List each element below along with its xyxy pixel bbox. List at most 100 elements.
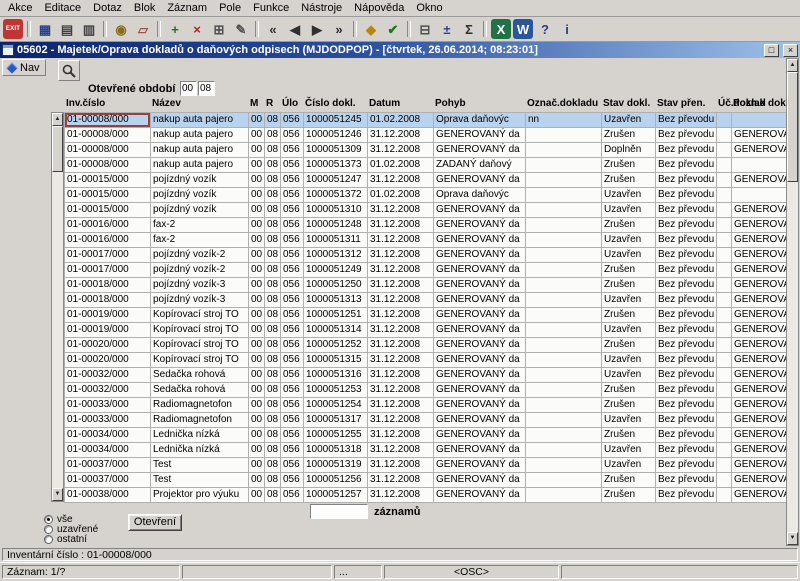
cell-pozn-k-dokl[interactable] <box>732 188 789 203</box>
cell-inv-cislo[interactable]: 01-00037/000 <box>65 473 151 488</box>
duplicate-record-icon[interactable]: ⊞ <box>209 19 229 39</box>
cell-nazev[interactable]: pojízdný vozík-2 <box>151 263 249 278</box>
edit-field-icon[interactable]: ✎ <box>231 19 251 39</box>
table-row[interactable]: 01-00018/000 pojízdný vozík-3 00 08 056 … <box>65 293 789 308</box>
cell-datum[interactable]: 31.12.2008 <box>368 458 434 473</box>
cell-stav-dokl[interactable]: Uzavřen <box>602 323 656 338</box>
cell-uc-doklad[interactable] <box>717 188 732 203</box>
table-row[interactable]: 01-00018/000 pojízdný vozík-3 00 08 056 … <box>65 278 789 293</box>
cell-oznac-dokladu[interactable] <box>526 323 602 338</box>
window-scrollbar[interactable]: ▲ ▼ <box>786 58 799 546</box>
cell-ulo[interactable]: 056 <box>281 323 304 338</box>
cell-datum[interactable]: 31.12.2008 <box>368 428 434 443</box>
cell-nazev[interactable]: Kopírovací stroj TO <box>151 323 249 338</box>
cell-ulo[interactable]: 056 <box>281 413 304 428</box>
cell-ulo[interactable]: 056 <box>281 248 304 263</box>
filter-option[interactable]: ostatní <box>44 534 98 545</box>
cell-cislo-dokl[interactable]: 1000051314 <box>304 323 368 338</box>
delete-record-icon[interactable]: × <box>187 19 207 39</box>
table-row[interactable]: 01-00037/000 Test 00 08 056 1000051256 3… <box>65 473 789 488</box>
cell-nazev[interactable]: Test <box>151 473 249 488</box>
cell-pohyb[interactable]: GENEROVANÝ da <box>434 443 526 458</box>
cell-stav-dokl[interactable]: Zrušen <box>602 383 656 398</box>
cell-pohyb[interactable]: GENEROVANÝ da <box>434 203 526 218</box>
table-row[interactable]: 01-00008/000 nakup auta pajero 00 08 056… <box>65 113 789 128</box>
cell-cislo-dokl[interactable]: 1000051310 <box>304 203 368 218</box>
cell-cislo-dokl[interactable]: 1000051246 <box>304 128 368 143</box>
cell-r[interactable]: 08 <box>265 173 281 188</box>
scroll-down-icon[interactable]: ▼ <box>52 488 63 501</box>
cell-stav-pren[interactable]: Bez převodu - <box>656 368 717 383</box>
cell-oznac-dokladu[interactable] <box>526 338 602 353</box>
cell-nazev[interactable]: pojízdný vozík <box>151 203 249 218</box>
cell-r[interactable]: 08 <box>265 383 281 398</box>
cell-oznac-dokladu[interactable] <box>526 188 602 203</box>
cell-stav-pren[interactable]: Bez převodu - <box>656 173 717 188</box>
cell-pohyb[interactable]: GENEROVANÝ da <box>434 458 526 473</box>
cell-nazev[interactable]: Lednička nízká <box>151 428 249 443</box>
cell-datum[interactable]: 31.12.2008 <box>368 368 434 383</box>
cell-pohyb[interactable]: GENEROVANÝ da <box>434 323 526 338</box>
cell-oznac-dokladu[interactable] <box>526 413 602 428</box>
clear-eraser-icon[interactable]: ▱ <box>133 19 153 39</box>
menu-item[interactable]: Akce <box>2 1 38 15</box>
cell-datum[interactable]: 31.12.2008 <box>368 128 434 143</box>
cell-pozn-k-dokl[interactable]: GENEROVANÝ <box>732 368 789 383</box>
cell-pohyb[interactable]: GENEROVANÝ da <box>434 233 526 248</box>
cell-cislo-dokl[interactable]: 1000051319 <box>304 458 368 473</box>
cell-r[interactable]: 08 <box>265 428 281 443</box>
cell-cislo-dokl[interactable]: 1000051372 <box>304 188 368 203</box>
cell-ulo[interactable]: 056 <box>281 338 304 353</box>
cell-oznac-dokladu[interactable] <box>526 473 602 488</box>
cell-m[interactable]: 00 <box>249 488 265 503</box>
cell-stav-dokl[interactable]: Zrušen <box>602 278 656 293</box>
cell-m[interactable]: 00 <box>249 218 265 233</box>
cell-datum[interactable]: 31.12.2008 <box>368 278 434 293</box>
cell-inv-cislo[interactable]: 01-00008/000 <box>65 158 151 173</box>
cell-uc-doklad[interactable] <box>717 428 732 443</box>
cell-oznac-dokladu[interactable] <box>526 173 602 188</box>
records-count-input[interactable] <box>310 504 368 519</box>
cell-m[interactable]: 00 <box>249 458 265 473</box>
cell-r[interactable]: 08 <box>265 263 281 278</box>
cell-uc-doklad[interactable] <box>717 308 732 323</box>
table-row[interactable]: 01-00020/000 Kopírovací stroj TO 00 08 0… <box>65 338 789 353</box>
cell-r[interactable]: 08 <box>265 158 281 173</box>
cell-pohyb[interactable]: GENEROVANÝ da <box>434 428 526 443</box>
cell-datum[interactable]: 01.02.2008 <box>368 188 434 203</box>
cell-datum[interactable]: 31.12.2008 <box>368 203 434 218</box>
cell-datum[interactable]: 31.12.2008 <box>368 143 434 158</box>
cell-r[interactable]: 08 <box>265 203 281 218</box>
cell-cislo-dokl[interactable]: 1000051312 <box>304 248 368 263</box>
cell-stav-dokl[interactable]: Uzavřen <box>602 458 656 473</box>
cell-m[interactable]: 00 <box>249 383 265 398</box>
cell-m[interactable]: 00 <box>249 353 265 368</box>
cell-oznac-dokladu[interactable] <box>526 368 602 383</box>
cell-r[interactable]: 08 <box>265 443 281 458</box>
cell-ulo[interactable]: 056 <box>281 428 304 443</box>
cell-m[interactable]: 00 <box>249 473 265 488</box>
cell-stav-dokl[interactable]: Uzavřen <box>602 293 656 308</box>
cell-pozn-k-dokl[interactable]: GENEROVANÝ <box>732 218 789 233</box>
cell-pozn-k-dokl[interactable]: GENEROVANÝ <box>732 443 789 458</box>
menu-item[interactable]: Nástroje <box>295 1 348 15</box>
cell-oznac-dokladu[interactable] <box>526 248 602 263</box>
cell-stav-pren[interactable]: Bez převodu - <box>656 383 717 398</box>
cell-m[interactable]: 00 <box>249 233 265 248</box>
cell-stav-dokl[interactable]: Zrušen <box>602 488 656 503</box>
cell-m[interactable]: 00 <box>249 323 265 338</box>
save-icon[interactable]: ▦ <box>35 19 55 39</box>
cell-datum[interactable]: 31.12.2008 <box>368 218 434 233</box>
cell-cislo-dokl[interactable]: 1000051373 <box>304 158 368 173</box>
cell-m[interactable]: 00 <box>249 398 265 413</box>
cell-pohyb[interactable]: GENEROVANÝ da <box>434 293 526 308</box>
table-row[interactable]: 01-00016/000 fax-2 00 08 056 1000051311 … <box>65 233 789 248</box>
cell-pozn-k-dokl[interactable]: GENEROVANÝ <box>732 143 789 158</box>
cell-r[interactable]: 08 <box>265 413 281 428</box>
cell-cislo-dokl[interactable]: 1000051245 <box>304 113 368 128</box>
cell-stav-pren[interactable]: Bez převodu - <box>656 128 717 143</box>
cell-inv-cislo[interactable]: 01-00017/000 <box>65 263 151 278</box>
cell-uc-doklad[interactable] <box>717 488 732 503</box>
cell-stav-dokl[interactable]: Zrušen <box>602 428 656 443</box>
cell-pozn-k-dokl[interactable]: GENEROVANÝ <box>732 263 789 278</box>
